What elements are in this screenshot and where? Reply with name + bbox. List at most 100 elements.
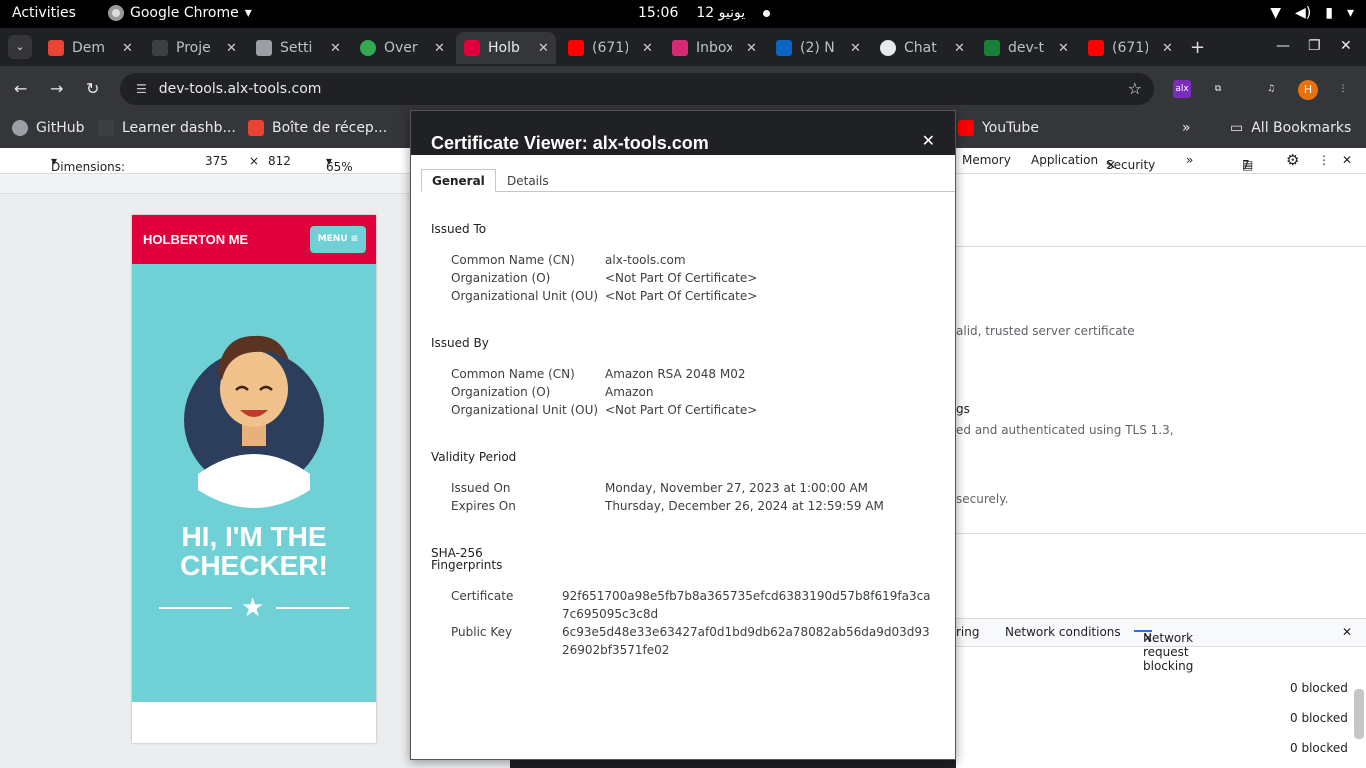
more-bookmarks-button[interactable]: » xyxy=(1182,120,1191,136)
tab-label: Holb xyxy=(488,40,520,56)
tab[interactable]: Proje ✕ xyxy=(144,34,237,62)
close-icon[interactable]: ✕ xyxy=(1143,631,1153,645)
bookmark-label: YouTube xyxy=(982,120,1039,136)
tab-details[interactable]: Details xyxy=(507,174,549,188)
section-heading: Issued To xyxy=(431,222,487,236)
field-label: Common Name (CN) xyxy=(451,367,575,381)
field-label: Certificate xyxy=(451,589,514,603)
extensions-icon[interactable]: ⧉ xyxy=(1209,80,1227,98)
all-bookmarks-button[interactable]: ▭ All Bookmarks xyxy=(1230,120,1351,136)
bookmark-label: Boîte de récep... xyxy=(272,120,388,136)
app-menu[interactable]: Google Chrome ▾ xyxy=(108,5,252,21)
dev-tools-icon xyxy=(984,40,1000,56)
tab[interactable]: Setti ✕ xyxy=(248,34,341,62)
hero-section: HI, I'M THE CHECKER! ★ xyxy=(132,264,376,702)
close-icon[interactable]: ✕ xyxy=(122,41,133,56)
close-icon[interactable]: ✕ xyxy=(954,41,965,56)
more-tabs-icon[interactable]: » xyxy=(1186,153,1193,167)
url-text[interactable]: dev-tools.alx-tools.com xyxy=(159,81,322,97)
close-icon[interactable]: ✕ xyxy=(1058,41,1069,56)
back-button[interactable]: ← xyxy=(14,79,27,98)
minimize-button[interactable]: — xyxy=(1276,38,1290,54)
tab[interactable]: Over ✕ xyxy=(352,34,445,62)
tab-application[interactable]: Application xyxy=(1031,153,1098,167)
alx-extension-icon[interactable]: alx xyxy=(1173,80,1191,98)
close-window-button[interactable]: ✕ xyxy=(1340,38,1352,54)
tab-active[interactable]: Holb ✕ xyxy=(456,32,556,64)
clock[interactable]: 15:06 12 يونيو xyxy=(638,5,771,21)
blocked-count: 0 blocked xyxy=(1290,741,1348,755)
forward-button[interactable]: → xyxy=(50,79,63,98)
tab[interactable]: dev-t ✕ xyxy=(976,34,1069,62)
browser-toolbar: ← → ↻ ☰ dev-tools.alx-tools.com ☆ alx ⧉ … xyxy=(0,66,1366,112)
activities-button[interactable]: Activities xyxy=(12,5,76,21)
star-icon: ★ xyxy=(241,593,265,623)
media-controls-icon[interactable]: ♫ xyxy=(1262,80,1280,98)
tab-label: Over xyxy=(384,40,418,56)
close-icon[interactable]: ✕ xyxy=(1162,41,1173,56)
close-icon[interactable]: ✕ xyxy=(850,41,861,56)
close-icon[interactable]: ✕ xyxy=(1106,158,1116,172)
tab-general[interactable]: General xyxy=(421,169,496,192)
close-icon[interactable]: ✕ xyxy=(922,131,935,150)
divider-left xyxy=(159,607,232,609)
close-icon[interactable]: ✕ xyxy=(226,41,237,56)
divider-right xyxy=(276,607,349,609)
section-heading: Issued By xyxy=(431,336,489,350)
book-icon xyxy=(256,40,272,56)
menu-button[interactable]: MENU ≡ xyxy=(310,226,366,253)
tab-memory[interactable]: Memory xyxy=(962,153,1011,167)
bookmark-learner[interactable]: Learner dashb... xyxy=(98,120,236,136)
device-select[interactable]: Dimensions: iPhone X ▾ xyxy=(51,154,125,188)
tab[interactable]: Dem ✕ xyxy=(40,34,133,62)
tab-search-button[interactable]: ⌄ xyxy=(8,35,32,59)
settings-icon[interactable]: ⚙ xyxy=(1286,151,1299,169)
close-icon[interactable]: ✕ xyxy=(746,41,757,56)
maximize-button[interactable]: ❐ xyxy=(1308,38,1321,54)
hero-title-line2: CHECKER! xyxy=(180,550,328,581)
new-tab-button[interactable]: + xyxy=(1190,37,1205,58)
bookmark-mail[interactable]: Boîte de récep... xyxy=(248,120,387,136)
field-label: Expires On xyxy=(451,499,516,513)
system-tray[interactable]: ▼ ◀) ▮ ▾ xyxy=(1270,5,1354,21)
close-icon[interactable]: ✕ xyxy=(642,41,653,56)
tab[interactable]: (671) ✕ xyxy=(1080,34,1173,62)
chrome-menu-icon[interactable]: ⋮ xyxy=(1334,80,1352,98)
tab[interactable]: (671) ✕ xyxy=(560,34,653,62)
tab-network-conditions[interactable]: Network conditions xyxy=(1005,625,1121,639)
tab-network-request-blocking[interactable]: Network request blocking ✕ xyxy=(1134,625,1193,673)
close-icon[interactable]: ✕ xyxy=(330,41,341,56)
address-bar[interactable]: ☰ dev-tools.alx-tools.com ☆ xyxy=(120,73,1154,105)
reload-button[interactable]: ↻ xyxy=(86,79,99,98)
site-brand[interactable]: HOLBERTON ME xyxy=(143,232,248,247)
kebab-menu-icon[interactable]: ⋮ xyxy=(1318,153,1330,167)
scrollbar[interactable] xyxy=(1354,689,1364,739)
tab[interactable]: Inbox ✕ xyxy=(664,34,757,62)
github-icon xyxy=(12,120,28,136)
close-devtools-icon[interactable]: ✕ xyxy=(1342,153,1352,167)
bookmark-youtube[interactable]: YouTube xyxy=(958,120,1039,136)
youtube-icon xyxy=(958,120,974,136)
tab[interactable]: Chat ✕ xyxy=(872,34,965,62)
bookmark-star-icon[interactable]: ☆ xyxy=(1128,79,1142,98)
close-icon[interactable]: ✕ xyxy=(434,41,445,56)
close-drawer-icon[interactable]: ✕ xyxy=(1342,625,1352,639)
field-label: Public Key xyxy=(451,625,513,639)
devtools-tabs: Memory Application Security ✕ » ▤ 7 ⚙ ⋮ … xyxy=(956,148,1366,174)
bookmark-github[interactable]: GitHub xyxy=(12,120,85,136)
tab-rendering[interactable]: ring xyxy=(956,625,980,639)
zoom-select[interactable]: 65% ▾ xyxy=(326,154,353,174)
width-input[interactable]: 375 xyxy=(205,154,228,168)
profile-avatar[interactable]: H xyxy=(1298,80,1318,100)
bookmark-label: Learner dashb... xyxy=(122,120,236,136)
tab[interactable]: (2) N ✕ xyxy=(768,34,861,62)
chatgpt-icon xyxy=(880,40,896,56)
close-icon[interactable]: ✕ xyxy=(538,41,549,56)
field-value: Monday, November 27, 2023 at 1:00:00 AM xyxy=(605,481,869,495)
section-divider xyxy=(956,533,1366,534)
height-input[interactable]: 812 xyxy=(268,154,291,168)
fingerprint-value: 92f651700a98e5fb7b8a365735efcd6383190d57… xyxy=(562,589,931,621)
dimension-separator: × xyxy=(249,154,260,168)
site-info-icon[interactable]: ☰ xyxy=(136,82,147,96)
os-top-bar: Activities Google Chrome ▾ 15:06 12 يوني… xyxy=(0,0,1366,28)
